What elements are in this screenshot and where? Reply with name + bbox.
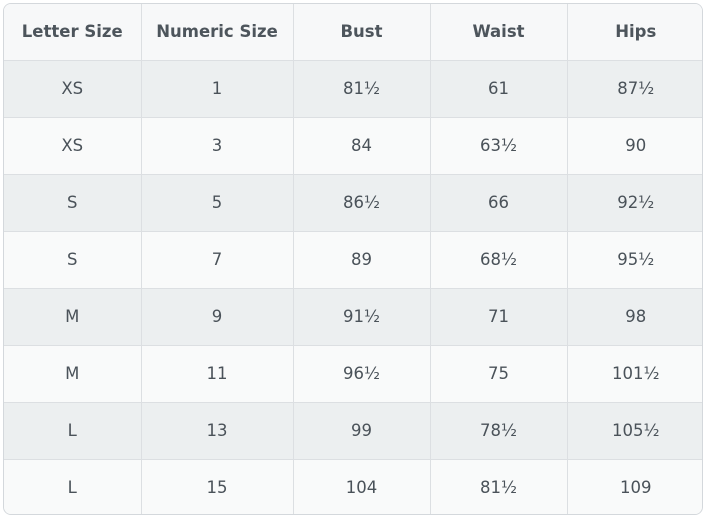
- cell-numeric-size: 13: [141, 402, 294, 460]
- cell-letter-size: S: [4, 174, 142, 232]
- header-waist: Waist: [430, 4, 568, 61]
- header-letter-size: Letter Size: [4, 4, 142, 61]
- cell-waist: 68½: [430, 231, 568, 289]
- cell-hips: 101½: [567, 345, 702, 403]
- header-hips: Hips: [567, 4, 702, 61]
- cell-numeric-size: 15: [141, 459, 294, 514]
- cell-numeric-size: 11: [141, 345, 294, 403]
- cell-waist: 66: [430, 174, 568, 232]
- cell-bust: 104: [293, 459, 431, 514]
- cell-hips: 87½: [567, 60, 702, 118]
- cell-hips: 90: [567, 117, 702, 175]
- table-header: Letter Size Numeric Size Bust Waist Hips: [4, 4, 702, 61]
- cell-bust: 86½: [293, 174, 431, 232]
- header-row: Letter Size Numeric Size Bust Waist Hips: [4, 4, 702, 61]
- cell-waist: 71: [430, 288, 568, 346]
- cell-hips: 92½: [567, 174, 702, 232]
- table-body: XS 1 81½ 61 87½ XS 3 84 63½ 90 S 5 86½ 6…: [4, 60, 702, 514]
- cell-numeric-size: 9: [141, 288, 294, 346]
- table-row: L 15 104 81½ 109: [4, 459, 702, 514]
- cell-bust: 81½: [293, 60, 431, 118]
- cell-bust: 84: [293, 117, 431, 175]
- cell-letter-size: S: [4, 231, 142, 289]
- cell-bust: 89: [293, 231, 431, 289]
- cell-hips: 105½: [567, 402, 702, 460]
- cell-numeric-size: 7: [141, 231, 294, 289]
- table-row: S 7 89 68½ 95½: [4, 231, 702, 289]
- size-chart-table: Letter Size Numeric Size Bust Waist Hips…: [4, 4, 702, 514]
- cell-hips: 95½: [567, 231, 702, 289]
- cell-waist: 78½: [430, 402, 568, 460]
- header-bust: Bust: [293, 4, 431, 61]
- size-chart-table-container: Letter Size Numeric Size Bust Waist Hips…: [3, 3, 703, 515]
- cell-waist: 61: [430, 60, 568, 118]
- cell-bust: 96½: [293, 345, 431, 403]
- cell-letter-size: L: [4, 402, 142, 460]
- table-row: XS 3 84 63½ 90: [4, 117, 702, 175]
- cell-numeric-size: 5: [141, 174, 294, 232]
- table-row: S 5 86½ 66 92½: [4, 174, 702, 232]
- cell-waist: 63½: [430, 117, 568, 175]
- cell-waist: 75: [430, 345, 568, 403]
- cell-letter-size: XS: [4, 117, 142, 175]
- cell-numeric-size: 3: [141, 117, 294, 175]
- cell-bust: 99: [293, 402, 431, 460]
- cell-letter-size: XS: [4, 60, 142, 118]
- table-row: XS 1 81½ 61 87½: [4, 60, 702, 118]
- table-row: M 11 96½ 75 101½: [4, 345, 702, 403]
- table-row: L 13 99 78½ 105½: [4, 402, 702, 460]
- cell-letter-size: M: [4, 345, 142, 403]
- cell-hips: 109: [567, 459, 702, 514]
- cell-hips: 98: [567, 288, 702, 346]
- header-numeric-size: Numeric Size: [141, 4, 294, 61]
- cell-letter-size: M: [4, 288, 142, 346]
- cell-letter-size: L: [4, 459, 142, 514]
- table-row: M 9 91½ 71 98: [4, 288, 702, 346]
- cell-waist: 81½: [430, 459, 568, 514]
- cell-bust: 91½: [293, 288, 431, 346]
- cell-numeric-size: 1: [141, 60, 294, 118]
